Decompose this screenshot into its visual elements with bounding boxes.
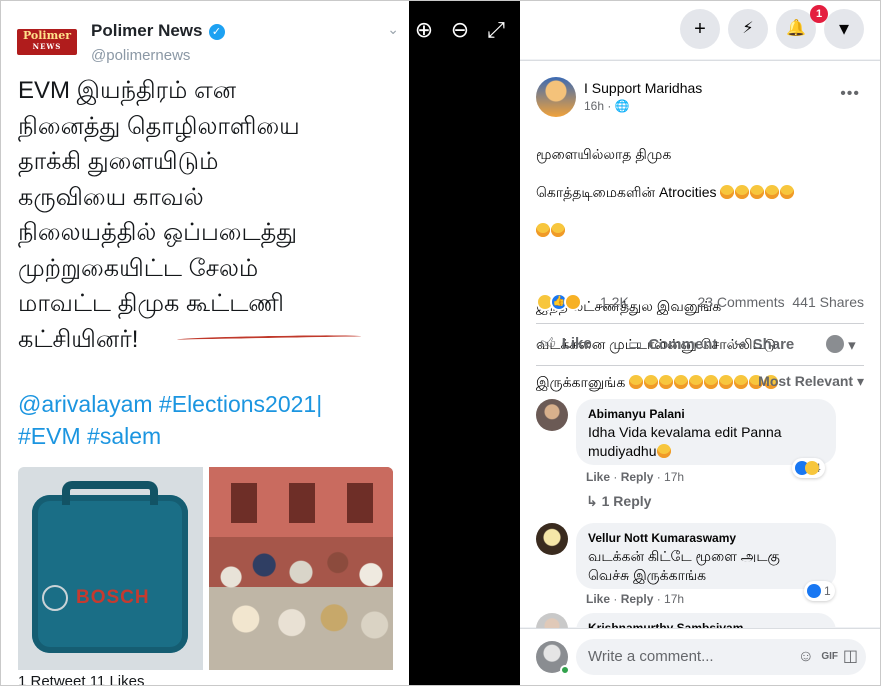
tweet-author-handle[interactable]: @polimernews bbox=[91, 47, 190, 64]
wow-reaction-icon bbox=[564, 293, 582, 311]
comment-text: வடக்கன் கிட்டே மூளை அடகு வெச்சு இருக்காங… bbox=[588, 548, 780, 583]
facebook-topbar: + ⚡ 🔔 1 ▾ bbox=[520, 1, 880, 59]
comment-input[interactable]: Write a comment... ☺ GIF ◫ bbox=[576, 639, 866, 675]
post-author-avatar[interactable] bbox=[536, 77, 576, 117]
emoji-icon[interactable]: ☺ bbox=[798, 639, 814, 675]
comment-reactions[interactable]: 1 bbox=[804, 581, 835, 601]
facebook-post: I Support Maridhas 16h · 🌐 ••• மூளையில்ல… bbox=[520, 60, 880, 653]
comment-sort-dropdown[interactable]: Most Relevant ▾ bbox=[758, 373, 864, 390]
image-viewer-strip: ⊕ ⊖ ⤢ bbox=[409, 1, 520, 685]
comment-like-link[interactable]: Like bbox=[586, 592, 610, 606]
comment-reply-link[interactable]: Reply bbox=[621, 470, 654, 484]
expand-icon[interactable]: ⤢ bbox=[481, 15, 511, 45]
post-actions: 👍︎ Like ▭ Comment ↪ Share ▾ bbox=[536, 327, 864, 363]
comment-bubble: Abimanyu Palani Idha Vida kevalama edit … bbox=[576, 399, 836, 465]
post-timestamp[interactable]: 16h · 🌐 bbox=[584, 99, 630, 113]
comment-meta: Like · Reply · 17h bbox=[586, 592, 685, 606]
polimer-logo: Polimer NEWS bbox=[17, 29, 77, 55]
brand-label: BOSCH bbox=[76, 587, 150, 608]
comment-avatar[interactable] bbox=[536, 399, 568, 431]
share-button[interactable]: ↪ Share bbox=[734, 335, 794, 353]
comment-reactions[interactable]: 4 bbox=[792, 458, 825, 478]
tweet-header: Polimer NEWS Polimer News ✓ @polimernews ⌄ bbox=[17, 17, 403, 69]
messenger-icon[interactable]: ⚡ bbox=[728, 9, 768, 49]
post-as-selector[interactable]: ▾ bbox=[826, 335, 856, 354]
comment-reply-link[interactable]: Reply bbox=[621, 592, 654, 606]
toolbox-case: BOSCH bbox=[32, 481, 188, 653]
comment-avatar[interactable] bbox=[536, 523, 568, 555]
gif-icon[interactable]: GIF bbox=[821, 639, 838, 675]
thumbs-up-icon: 👍︎ bbox=[540, 335, 556, 352]
tweet-hashtags[interactable]: @arivalayam #Elections2021| #EVM #salem bbox=[18, 388, 403, 452]
reaction-count[interactable]: 1.2K bbox=[600, 294, 629, 310]
comment-author[interactable]: Vellur Nott Kumaraswamy bbox=[588, 531, 824, 545]
chevron-down-icon[interactable]: ⌄ bbox=[387, 21, 399, 38]
share-icon: ↪ bbox=[734, 336, 747, 353]
avatar bbox=[826, 335, 844, 353]
zoom-in-icon[interactable]: ⊕ bbox=[409, 15, 439, 45]
comment-like-link[interactable]: Like bbox=[586, 470, 610, 484]
like-button[interactable]: 👍︎ Like bbox=[540, 335, 592, 353]
account-menu-icon[interactable]: ▾ bbox=[824, 9, 864, 49]
verified-badge-icon: ✓ bbox=[208, 24, 225, 40]
tweet-card: Polimer NEWS Polimer News ✓ @polimernews ⌄… bbox=[1, 1, 409, 685]
zoom-out-icon[interactable]: ⊖ bbox=[445, 15, 475, 45]
tweet-image-toolbox[interactable]: BOSCH bbox=[18, 467, 203, 670]
tweet-author-name[interactable]: Polimer News ✓ bbox=[91, 21, 225, 41]
facebook-panel: + ⚡ 🔔 1 ▾ I Support Maridhas 16h · 🌐 •••… bbox=[520, 1, 880, 685]
reaction-summary[interactable]: 👍 1.2K 23 Comments 441 Shares bbox=[536, 291, 864, 313]
tweet-text: EVM இயந்திரம் என நினைத்து தொழிலாளியை தாக… bbox=[18, 77, 300, 353]
online-status-dot bbox=[560, 665, 570, 675]
post-text: மூளையில்லாத திமுக கொத்தடிமைகளின் Atrocit… bbox=[536, 126, 866, 411]
tweet-image-crowd[interactable] bbox=[209, 467, 393, 670]
comment-bubble: Vellur Nott Kumaraswamy வடக்கன் கிட்டே ம… bbox=[576, 523, 836, 589]
post-author-name[interactable]: I Support Maridhas bbox=[584, 80, 702, 96]
comment-icon: ▭ bbox=[628, 336, 643, 353]
tweet-stats: 1 Retweet 11 Likes bbox=[18, 673, 145, 685]
comment-author[interactable]: Abimanyu Palani bbox=[588, 407, 824, 421]
view-replies-link[interactable]: ↳ 1 Reply bbox=[586, 493, 651, 510]
comment-button[interactable]: ▭ Comment bbox=[628, 335, 717, 353]
comment-text: Idha Vida kevalama edit Panna mudiyadhu bbox=[588, 424, 782, 459]
more-options-icon[interactable]: ••• bbox=[840, 85, 860, 103]
comments-count[interactable]: 23 Comments bbox=[697, 294, 784, 310]
comment-meta: Like · Reply · 17h bbox=[586, 470, 685, 484]
sticker-icon[interactable]: ◫ bbox=[843, 639, 858, 675]
write-comment-bar: Write a comment... ☺ GIF ◫ bbox=[520, 628, 880, 685]
shares-count[interactable]: 441 Shares bbox=[792, 294, 864, 310]
create-icon[interactable]: + bbox=[680, 9, 720, 49]
